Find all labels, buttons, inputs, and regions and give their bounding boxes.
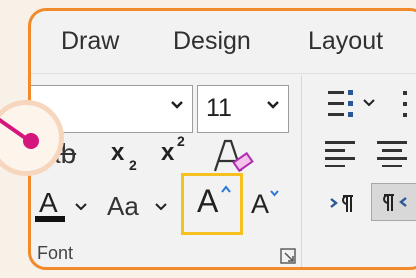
chevron-down-icon[interactable]	[168, 96, 186, 114]
grow-font-arrow-icon	[221, 185, 231, 193]
group-divider	[301, 75, 302, 267]
subscript-index: 2	[129, 157, 137, 173]
font-color-button[interactable]: A	[39, 187, 58, 219]
subscript-button[interactable]: x	[111, 139, 124, 167]
font-size-value: 11	[206, 94, 232, 122]
dialog-launcher-icon[interactable]	[279, 247, 297, 265]
shrink-font-button[interactable]: A	[251, 189, 269, 220]
superscript-index: 2	[177, 133, 185, 149]
tab-divider	[31, 73, 416, 74]
pointer-dot	[23, 133, 39, 149]
tab-design[interactable]: Design	[173, 27, 251, 56]
ribbon-frame: Draw Design Layout 11 ab x 2 x 2 A Aa A …	[28, 8, 416, 270]
rtl-paragraph-button[interactable]	[371, 183, 416, 221]
superscript-button[interactable]: x	[161, 139, 174, 167]
numbering-icon[interactable]	[403, 89, 416, 119]
tab-layout[interactable]: Layout	[308, 27, 383, 56]
tab-draw[interactable]: Draw	[61, 27, 119, 56]
font-size-combobox[interactable]: 11	[197, 85, 289, 133]
shrink-font-arrow-icon	[270, 190, 279, 197]
change-case-button[interactable]: Aa	[107, 191, 139, 222]
chevron-down-icon[interactable]	[264, 96, 282, 114]
align-center-icon[interactable]	[377, 139, 411, 167]
font-group-label: Font	[37, 243, 74, 263]
align-left-icon[interactable]	[325, 139, 359, 167]
chevron-down-icon[interactable]	[153, 199, 169, 215]
chevron-down-icon[interactable]	[73, 199, 89, 215]
grow-font-button[interactable]: A	[197, 183, 218, 220]
rtl-paragraph-icon	[383, 194, 407, 211]
bullets-icon[interactable]	[328, 89, 380, 119]
ltr-paragraph-icon[interactable]	[329, 191, 357, 215]
font-color-swatch	[35, 216, 65, 222]
